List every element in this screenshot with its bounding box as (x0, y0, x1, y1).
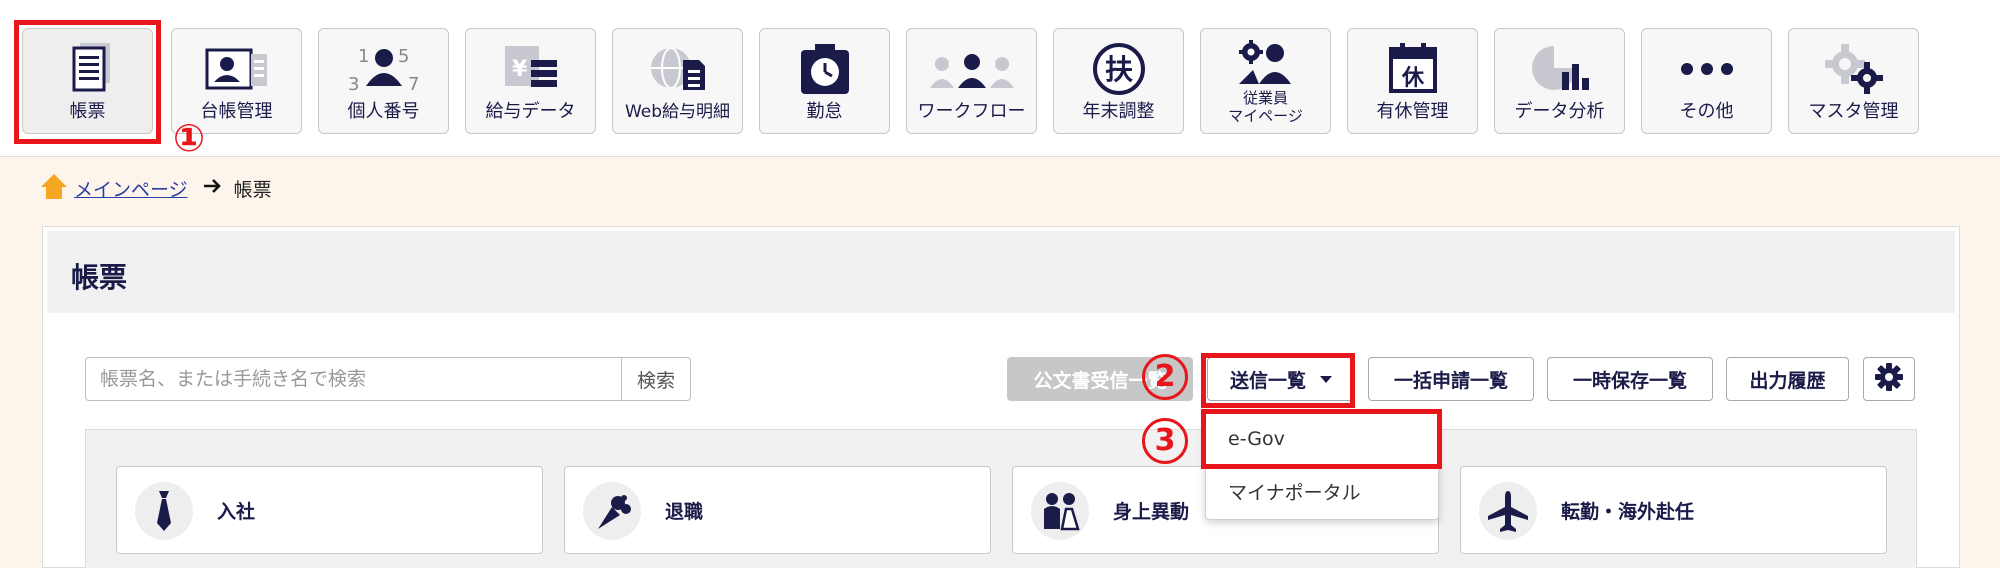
employee-gear-icon (1201, 37, 1330, 89)
nav-label: 従業員 マイページ (1201, 89, 1330, 125)
couple-icon (1031, 482, 1089, 540)
holiday-glyph: 休 (1400, 66, 1424, 91)
fu-stamp-icon: 扶 (1054, 43, 1183, 95)
nav-label: 勤怠 (806, 101, 843, 122)
temp-list-button[interactable]: 一時保存一覧 (1547, 357, 1713, 401)
necktie-icon (135, 482, 193, 540)
nav-item-forms[interactable]: 帳票 (22, 28, 153, 134)
nav-label: マスタ管理 (1808, 101, 1899, 122)
num-glyph-3: 3 (348, 74, 359, 95)
nav-item-web-payslip[interactable]: Web給与明細 (612, 28, 743, 134)
nav-item-salary-data[interactable]: ¥ 給与データ (465, 28, 596, 134)
step3-marker: 3 (1142, 418, 1188, 464)
dropdown-item-egov[interactable]: e-Gov (1206, 413, 1438, 465)
category-card-retire[interactable]: 退職 (564, 466, 991, 554)
web-payslip-icon (613, 43, 742, 95)
search-input[interactable] (85, 357, 621, 401)
airplane-icon (1479, 482, 1537, 540)
breadcrumb-arrow-icon (202, 177, 222, 199)
gear-icon (1874, 362, 1904, 397)
nav-label: データ分析 (1514, 101, 1605, 122)
nav-item-master[interactable]: マスタ管理 (1788, 28, 1919, 134)
settings-button[interactable] (1863, 357, 1915, 401)
nav-label: 有休管理 (1376, 101, 1449, 122)
nav-item-employee-mypage[interactable]: 従業員 マイページ (1200, 28, 1331, 134)
nav-label: 個人番号 (347, 101, 420, 122)
nav-label: 帳票 (69, 101, 106, 122)
nav-label: 給与データ (485, 101, 576, 122)
category-area: 入社 退職 身上異動 転勤・海外赴任 (85, 429, 1917, 568)
nav-label-line2: マイページ (1228, 107, 1303, 125)
breadcrumb-current: 帳票 (233, 178, 272, 201)
fu-glyph: 扶 (1104, 53, 1132, 86)
top-navigation: 帳票 台帳管理 1 5 3 7 個人番号 ¥ 給与データ Web給与明細 勤怠 … (0, 0, 2000, 160)
dropdown-item-mynaportal[interactable]: マイナポータル (1206, 465, 1438, 517)
nav-item-attendance[interactable]: 勤怠 (759, 28, 890, 134)
num-glyph-4: 7 (408, 74, 419, 95)
salary-data-icon: ¥ (466, 43, 595, 95)
step2-marker: 2 (1142, 354, 1188, 400)
nav-item-other[interactable]: その他 (1641, 28, 1772, 134)
gears-icon (1789, 43, 1918, 95)
category-label: 転勤・海外赴任 (1561, 501, 1695, 523)
nav-item-data-analysis[interactable]: データ分析 (1494, 28, 1625, 134)
workflow-people-icon (907, 43, 1036, 95)
nav-item-personal-number[interactable]: 1 5 3 7 個人番号 (318, 28, 449, 134)
forms-panel: 帳票 検索 公文書受信一覧 送信一覧 一括申請一覧 一時保存一覧 出力履歴 (42, 226, 1960, 568)
category-card-transfer[interactable]: 転勤・海外赴任 (1460, 466, 1887, 554)
num-glyph-1: 1 (358, 46, 369, 67)
breadcrumb-home-link[interactable]: メインページ (74, 175, 188, 202)
nav-label: その他 (1679, 101, 1734, 122)
caret-down-icon (1320, 375, 1332, 383)
nav-item-paid-leave[interactable]: 休 有休管理 (1347, 28, 1478, 134)
yen-glyph: ¥ (512, 57, 528, 82)
page-title: 帳票 (71, 261, 128, 294)
breadcrumb: メインページ 帳票 (40, 172, 272, 204)
step1-marker: ① (173, 116, 206, 160)
category-label: 入社 (217, 501, 256, 523)
category-card-hire[interactable]: 入社 (116, 466, 543, 554)
person-number-icon: 1 5 3 7 (319, 43, 448, 95)
search-button[interactable]: 検索 (621, 357, 691, 401)
num-glyph-2: 5 (398, 46, 409, 67)
nav-label: ワークフロー (917, 101, 1026, 122)
home-icon (40, 172, 68, 205)
bulk-list-button[interactable]: 一括申請一覧 (1368, 357, 1534, 401)
category-label: 退職 (665, 501, 704, 523)
analytics-chart-icon (1495, 43, 1624, 95)
bouquet-icon (583, 482, 641, 540)
calendar-holiday-icon: 休 (1348, 43, 1477, 95)
document-stack-icon (23, 43, 152, 95)
timeclock-icon (760, 43, 889, 95)
nav-item-workflow[interactable]: ワークフロー (906, 28, 1037, 134)
panel-header: 帳票 (47, 231, 1955, 313)
nav-item-year-end[interactable]: 扶 年末調整 (1053, 28, 1184, 134)
send-list-dropdown-menu: e-Gov マイナポータル (1205, 410, 1439, 520)
nav-label-line1: 従業員 (1242, 89, 1288, 107)
nav-label: Web給与明細 (624, 102, 731, 122)
send-list-label: 送信一覧 (1229, 369, 1306, 392)
nav-label: 年末調整 (1082, 101, 1155, 122)
send-list-dropdown-button[interactable]: 送信一覧 (1207, 357, 1355, 401)
output-history-button[interactable]: 出力履歴 (1726, 357, 1849, 401)
category-label: 身上異動 (1113, 501, 1190, 523)
id-card-icon (172, 43, 301, 95)
more-dots-icon (1642, 43, 1771, 95)
